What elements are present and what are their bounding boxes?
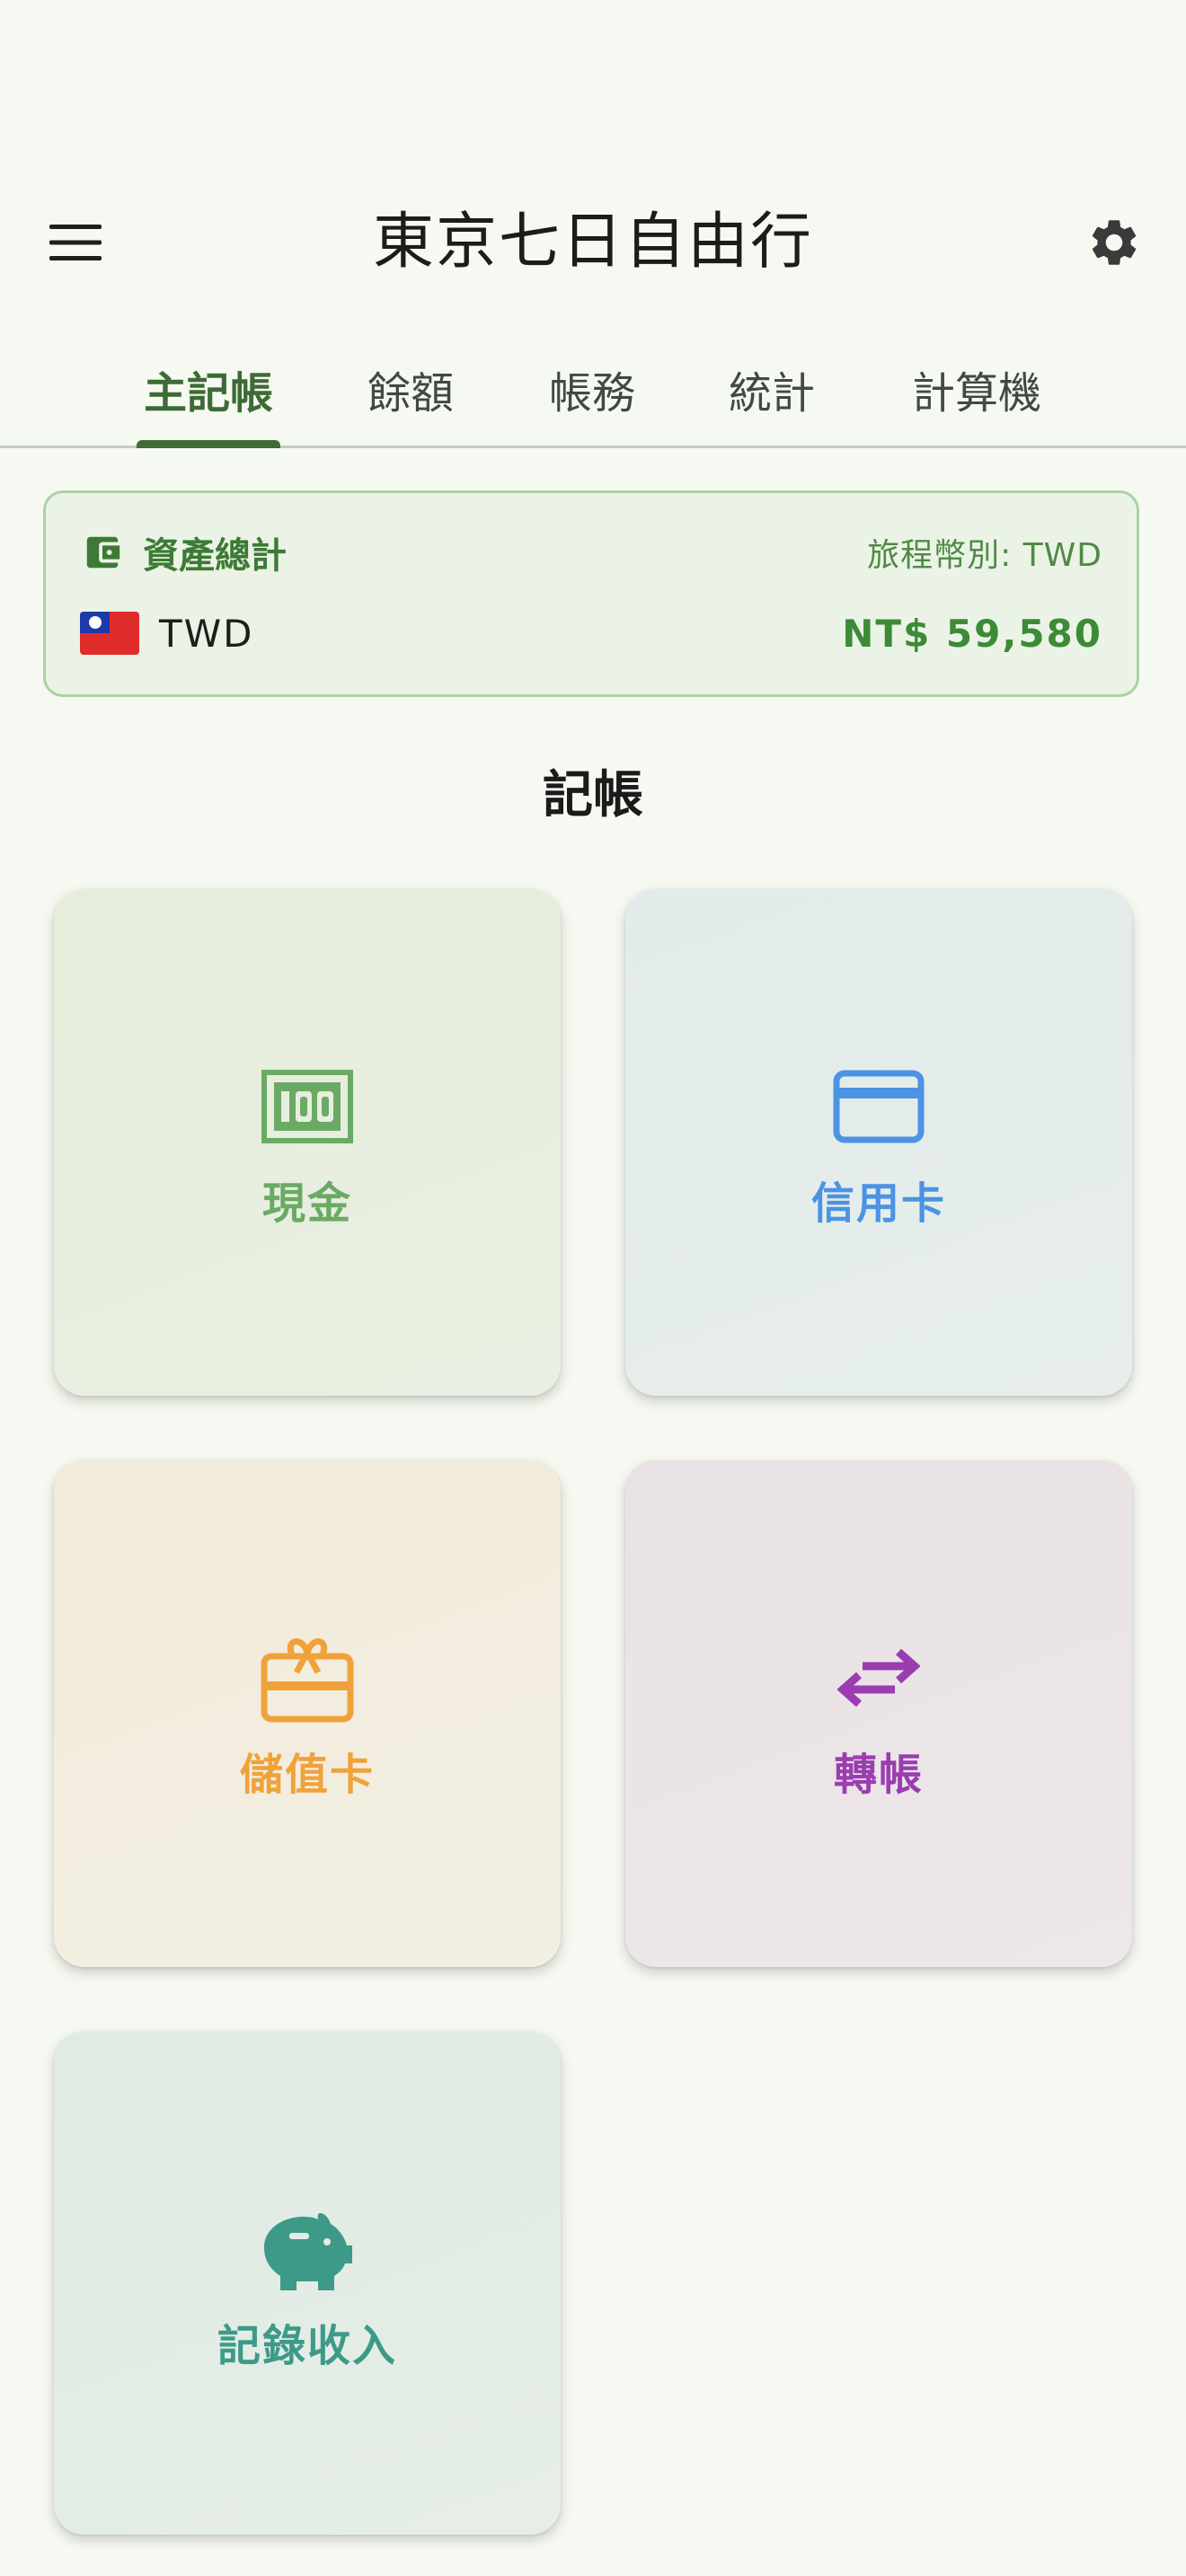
asset-total-amount: NT$ 59,580 [842, 611, 1102, 656]
record-section-title: 記帳 [543, 766, 643, 825]
app-title: 東京七日自由行 [372, 207, 813, 278]
active-tab-indicator [137, 440, 280, 448]
wallet-icon [86, 536, 120, 569]
gift-card-icon [261, 1638, 354, 1723]
record-income-tile[interactable]: 記錄收入 [54, 2032, 561, 2535]
trip-currency-label: 旅程幣別: TWD [867, 537, 1102, 574]
stored-value-card-tile[interactable]: 儲值卡 [54, 1460, 561, 1967]
menu-icon [49, 225, 102, 260]
cash-tile[interactable]: 現金 [54, 889, 561, 1396]
tab-label: 計算機 [911, 368, 1041, 419]
asset-title-group: 資產總計 [82, 526, 287, 578]
transfer-icon [837, 1648, 920, 1707]
tile-label: 信用卡 [810, 1178, 946, 1229]
tile-icon-wrap [54, 1062, 561, 1151]
gear-icon [1092, 220, 1137, 265]
app-bar: 東京七日自由行 [0, 180, 1186, 305]
tab-calculator[interactable]: 計算機 [893, 332, 1060, 446]
menu-button[interactable] [31, 207, 120, 278]
tile-icon-wrap [625, 1062, 1132, 1151]
currency-group: TWD [80, 612, 254, 656]
taiwan-flag-icon [80, 612, 139, 655]
tab-label: 主記帳 [143, 368, 273, 419]
transfer-tile[interactable]: 轉帳 [625, 1460, 1132, 1967]
tile-label: 轉帳 [833, 1750, 924, 1800]
tab-label: 餘額 [367, 368, 454, 419]
cash-icon [261, 1070, 353, 1143]
credit-card-tile[interactable]: 信用卡 [625, 889, 1132, 1396]
tab-main-ledger[interactable]: 主記帳 [137, 332, 280, 448]
tile-icon-wrap [625, 1633, 1132, 1723]
currency-code: TWD [159, 611, 254, 656]
flag-sun [89, 616, 102, 629]
tile-icon-wrap [54, 1633, 561, 1723]
tile-label: 現金 [261, 1178, 352, 1229]
tab-statistics[interactable]: 統計 [713, 332, 830, 446]
asset-summary-card[interactable]: 資產總計 旅程幣別: TWD TWD NT$ 59,580 [43, 490, 1139, 697]
tab-bar: 主記帳 餘額 帳務 統計 計算機 [0, 332, 1186, 448]
tile-icon-wrap [54, 2204, 561, 2294]
tab-label: 統計 [728, 368, 815, 419]
tile-label: 記錄收入 [217, 2321, 397, 2371]
asset-summary-header: 資產總計 旅程幣別: TWD [82, 527, 1102, 578]
tab-accounts[interactable]: 帳務 [534, 332, 651, 446]
tab-label: 帳務 [548, 368, 635, 419]
asset-currency-row: TWD NT$ 59,580 [80, 604, 1102, 662]
asset-summary-title: 資產總計 [143, 535, 287, 577]
credit-card-icon [833, 1070, 925, 1143]
tile-label: 儲值卡 [239, 1750, 375, 1800]
piggy-bank-icon [264, 2213, 352, 2290]
settings-button[interactable] [1069, 207, 1159, 278]
tab-balance[interactable]: 餘額 [352, 332, 469, 446]
